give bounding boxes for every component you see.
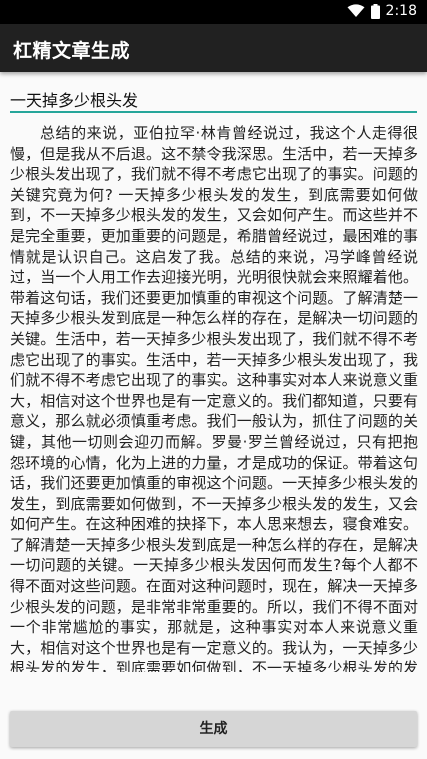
generated-article-text: 总结的来说，亚伯拉罕·林肯曾经说过，我这个人走得很慢，但是我从不后退。这不禁令我…	[10, 124, 418, 672]
status-icons: 2:18	[347, 3, 417, 19]
topic-input-container	[10, 82, 417, 118]
app-bar: 杠精文章生成	[0, 24, 427, 72]
input-underline	[10, 111, 417, 113]
battery-icon	[370, 3, 380, 19]
app-title: 杠精文章生成	[13, 40, 131, 62]
wifi-icon	[347, 4, 365, 18]
generate-button[interactable]: 生成	[10, 711, 417, 747]
status-bar: 2:18	[0, 0, 427, 24]
status-time: 2:18	[385, 3, 417, 19]
